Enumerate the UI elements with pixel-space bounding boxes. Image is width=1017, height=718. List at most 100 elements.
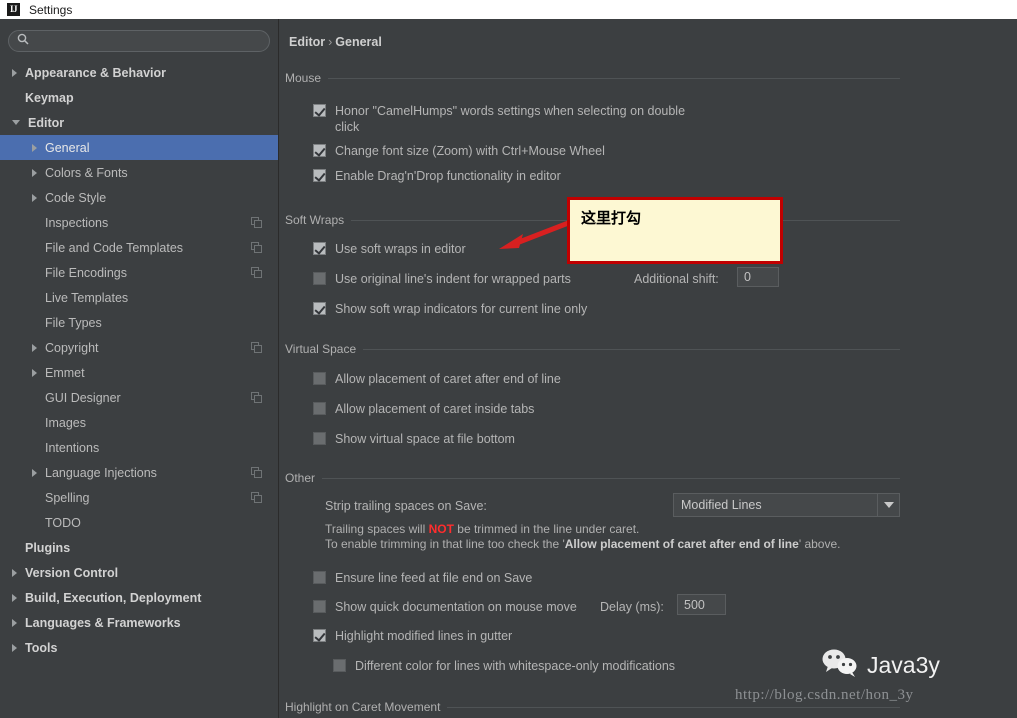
delay-input[interactable]: [677, 594, 726, 615]
checkbox-label: Highlight modified lines in gutter: [335, 629, 513, 643]
sidebar-item-copyright[interactable]: Copyright: [0, 335, 278, 360]
chevron-right-icon[interactable]: [32, 143, 37, 152]
sidebar-item-inspections[interactable]: Inspections: [0, 210, 278, 235]
sidebar-item-live-templates[interactable]: Live Templates: [0, 285, 278, 310]
copy-settings-icon[interactable]: [251, 242, 262, 256]
sidebar-item-file-types[interactable]: File Types: [0, 310, 278, 335]
additional-shift-input[interactable]: [737, 267, 779, 287]
sidebar-item-tools[interactable]: Tools: [0, 635, 278, 660]
checkbox-row-show-quick-documentation[interactable]: Show quick documentation on mouse move: [313, 599, 577, 615]
checkbox-show-quick-documentation[interactable]: [313, 600, 326, 613]
checkbox-enable-dragndrop[interactable]: [313, 169, 326, 182]
sidebar-item-label: Plugins: [25, 540, 71, 555]
sidebar-item-editor[interactable]: Editor: [0, 110, 278, 135]
checkbox-highlight-modified-lines[interactable]: [313, 629, 326, 642]
sidebar-item-label: Tools: [25, 640, 58, 655]
copy-settings-icon[interactable]: [251, 217, 262, 231]
checkbox-row-change-font-size[interactable]: Change font size (Zoom) with Ctrl+Mouse …: [313, 143, 605, 159]
checkbox-show-soft-wrap-indicators[interactable]: [313, 302, 326, 315]
chevron-right-icon[interactable]: [12, 593, 17, 602]
sidebar-item-intentions[interactable]: Intentions: [0, 435, 278, 460]
sidebar-item-appearance-behavior[interactable]: Appearance & Behavior: [0, 60, 278, 85]
copy-settings-icon[interactable]: [251, 467, 262, 481]
sidebar-item-code-style[interactable]: Code Style: [0, 185, 278, 210]
sidebar-item-todo[interactable]: TODO: [0, 510, 278, 535]
sidebar-item-colors-fonts[interactable]: Colors & Fonts: [0, 160, 278, 185]
wechat-icon: [820, 648, 860, 683]
sidebar-item-emmet[interactable]: Emmet: [0, 360, 278, 385]
checkbox-row-use-original-indent[interactable]: Use original line's indent for wrapped p…: [313, 271, 571, 287]
checkbox-row-different-color-whitespace[interactable]: Different color for lines with whitespac…: [333, 658, 675, 674]
checkbox-row-honor-camelhumps[interactable]: Honor "CamelHumps" words settings when s…: [313, 103, 693, 135]
checkbox-show-virtual-space[interactable]: [313, 432, 326, 445]
section-title-other: Other: [285, 471, 316, 485]
sidebar-item-spelling[interactable]: Spelling: [0, 485, 278, 510]
checkbox-label: Allow placement of caret after end of li…: [335, 372, 561, 386]
strip-trailing-spaces-dropdown[interactable]: Modified Lines: [673, 493, 900, 517]
checkbox-label: Show virtual space at file bottom: [335, 432, 515, 446]
breadcrumb: Editor › General: [289, 35, 382, 49]
copy-settings-icon[interactable]: [251, 392, 262, 406]
sidebar-item-file-encodings[interactable]: File Encodings: [0, 260, 278, 285]
checkbox-ensure-line-feed[interactable]: [313, 571, 326, 584]
checkbox-row-caret-after-end-of-line[interactable]: Allow placement of caret after end of li…: [313, 371, 561, 387]
strip-trailing-spaces-label: Strip trailing spaces on Save:: [325, 499, 487, 513]
checkbox-different-color-whitespace[interactable]: [333, 659, 346, 672]
checkbox-caret-after-end-of-line[interactable]: [313, 372, 326, 385]
chevron-right-icon[interactable]: [32, 343, 37, 352]
section-rule: [322, 477, 900, 479]
breadcrumb-root[interactable]: Editor: [289, 35, 325, 49]
checkbox-row-enable-dragndrop[interactable]: Enable Drag'n'Drop functionality in edit…: [313, 168, 561, 184]
chevron-right-icon[interactable]: [12, 643, 17, 652]
chevron-right-icon[interactable]: [12, 68, 17, 77]
search-input[interactable]: [34, 34, 261, 48]
chevron-right-icon[interactable]: [32, 193, 37, 202]
watermark-url: http://blog.csdn.net/hon_3y: [735, 687, 914, 703]
sidebar-item-keymap[interactable]: Keymap: [0, 85, 278, 110]
sidebar-item-gui-designer[interactable]: GUI Designer: [0, 385, 278, 410]
copy-settings-icon[interactable]: [251, 267, 262, 281]
checkbox-row-caret-inside-tabs[interactable]: Allow placement of caret inside tabs: [313, 401, 534, 417]
checkbox-row-highlight-modified-lines[interactable]: Highlight modified lines in gutter: [313, 628, 512, 644]
sidebar-item-plugins[interactable]: Plugins: [0, 535, 278, 560]
section-title-soft-wraps: Soft Wraps: [285, 213, 345, 227]
chevron-down-icon[interactable]: [12, 120, 20, 125]
sidebar-item-label: Colors & Fonts: [45, 165, 128, 180]
sidebar-item-label: Keymap: [25, 90, 74, 105]
sidebar-item-languages-frameworks[interactable]: Languages & Frameworks: [0, 610, 278, 635]
copy-settings-icon[interactable]: [251, 492, 262, 506]
hint-text-pre: Trailing spaces will: [325, 522, 429, 536]
chevron-down-icon[interactable]: [877, 494, 899, 516]
checkbox-row-show-virtual-space[interactable]: Show virtual space at file bottom: [313, 431, 515, 447]
sidebar-item-general[interactable]: General: [0, 135, 278, 160]
checkbox-label: Enable Drag'n'Drop functionality in edit…: [335, 169, 561, 183]
checkbox-row-use-soft-wraps[interactable]: Use soft wraps in editor: [313, 241, 466, 257]
checkbox-use-soft-wraps[interactable]: [313, 242, 326, 255]
chevron-right-icon[interactable]: [12, 618, 17, 627]
checkbox-row-ensure-line-feed[interactable]: Ensure line feed at file end on Save: [313, 570, 532, 586]
copy-settings-icon[interactable]: [251, 342, 262, 356]
watermark: Java3y: [820, 648, 940, 683]
chevron-right-icon[interactable]: [12, 568, 17, 577]
chevron-right-icon[interactable]: [32, 368, 37, 377]
checkbox-row-show-soft-wrap-indicators[interactable]: Show soft wrap indicators for current li…: [313, 301, 587, 317]
search-box[interactable]: [8, 30, 270, 52]
chevron-right-icon[interactable]: [32, 468, 37, 477]
checkbox-honor-camelhumps[interactable]: [313, 104, 326, 117]
checkbox-caret-inside-tabs[interactable]: [313, 402, 326, 415]
chevron-right-icon[interactable]: [32, 168, 37, 177]
sidebar-item-file-and-code-templates[interactable]: File and Code Templates: [0, 235, 278, 260]
sidebar-item-label: Code Style: [45, 190, 107, 205]
checkbox-change-font-size[interactable]: [313, 144, 326, 157]
sidebar-item-build-execution-deployment[interactable]: Build, Execution, Deployment: [0, 585, 278, 610]
sidebar-item-version-control[interactable]: Version Control: [0, 560, 278, 585]
sidebar-item-language-injections[interactable]: Language Injections: [0, 460, 278, 485]
annotation-text: 这里打勾: [581, 209, 642, 227]
sidebar-item-images[interactable]: Images: [0, 410, 278, 435]
checkbox-use-original-indent[interactable]: [313, 272, 326, 285]
watermark-name: Java3y: [867, 652, 940, 678]
